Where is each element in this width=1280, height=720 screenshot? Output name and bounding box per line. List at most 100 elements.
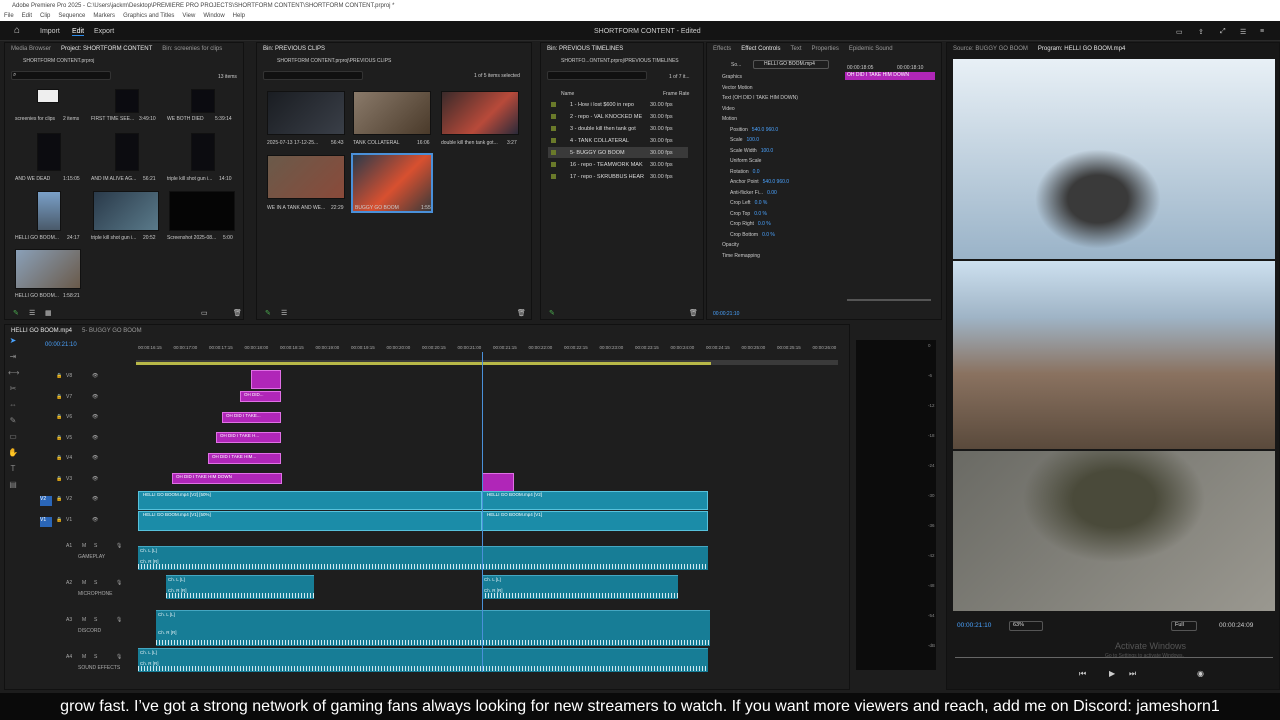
solo-icon[interactable]: S xyxy=(94,580,106,590)
effect-row[interactable]: Anchor Point 540.0 960.0 xyxy=(716,177,846,187)
clip-thumb[interactable] xyxy=(267,155,345,199)
fullscreen-icon[interactable]: ⤢ xyxy=(1220,28,1226,36)
audio-clip[interactable]: Ch. L [L] Ch. R [R] xyxy=(138,648,708,672)
clip-thumb[interactable] xyxy=(37,133,61,171)
pen-tool-icon[interactable]: ✎ xyxy=(8,416,18,426)
effect-value[interactable]: 0.00 xyxy=(767,190,777,196)
effect-value[interactable]: 0.0 xyxy=(753,169,760,175)
col-framerate-header[interactable]: Frame Rate xyxy=(663,91,689,97)
tab-epidemic-sound[interactable]: Epidemic Sound xyxy=(849,46,893,52)
v1-clip[interactable]: HELLI GO BOOM.mp4 [V1] [50%] xyxy=(138,511,482,531)
effect-row[interactable]: Crop Bottom 0.0 % xyxy=(716,230,846,240)
list-item-selected[interactable]: 5- BUGGY GO BOOM 30.00 fps xyxy=(548,147,688,158)
mic-icon[interactable]: 🎙 xyxy=(116,617,128,627)
slip-tool-icon[interactable]: ⇔ xyxy=(8,400,18,410)
text-clip[interactable]: OH DID I TAKE HIM DOWN xyxy=(172,473,282,484)
playhead[interactable] xyxy=(482,352,483,672)
ec-clip-bar[interactable]: OH DID I TAKE HIM DOWN xyxy=(845,72,935,80)
camera-icon[interactable]: ◉ xyxy=(1197,669,1204,678)
mic-icon[interactable]: 🎙 xyxy=(116,580,128,590)
program-scrubber[interactable] xyxy=(955,657,1273,658)
tab-project[interactable]: Project: SHORTFORM CONTENT xyxy=(61,46,152,52)
menu-clip[interactable]: Clip xyxy=(40,13,50,19)
solo-icon[interactable]: S xyxy=(94,617,106,627)
clip-thumb[interactable] xyxy=(15,249,81,289)
mic-icon[interactable]: 🎙 xyxy=(116,543,128,553)
menu-markers[interactable]: Markers xyxy=(93,13,115,19)
lock-icon[interactable]: 🔒 xyxy=(56,517,68,527)
effect-row[interactable]: Crop Left 0.0 % xyxy=(716,198,846,208)
clip-thumb[interactable] xyxy=(115,133,139,171)
clip-thumb[interactable] xyxy=(93,191,159,231)
effect-row[interactable]: Graphics xyxy=(716,72,846,82)
mute-icon[interactable]: M xyxy=(82,580,94,590)
export-tab[interactable]: Export xyxy=(94,28,114,35)
effect-row[interactable]: Crop Top 0.0 % xyxy=(716,209,846,219)
menu-window[interactable]: Window xyxy=(203,13,224,19)
effect-row[interactable]: Uniform Scale xyxy=(716,156,846,166)
clip-thumb[interactable] xyxy=(267,91,345,135)
menu-sequence[interactable]: Sequence xyxy=(58,13,85,19)
lock-icon[interactable]: 🔒 xyxy=(56,455,68,465)
selection-tool-icon[interactable]: ➤ xyxy=(8,336,18,346)
bin-search-input[interactable] xyxy=(547,71,647,80)
ec-zoom-slider[interactable] xyxy=(847,299,931,301)
clip-thumb[interactable] xyxy=(191,89,215,113)
menu-icon[interactable]: ≡ xyxy=(1260,28,1264,35)
work-area-bar[interactable] xyxy=(136,362,711,365)
list-item[interactable]: 4 - TANK COLLATERAL 30.00 fps xyxy=(548,135,688,146)
text-clip-b[interactable] xyxy=(482,473,514,492)
project-search-input[interactable] xyxy=(11,71,111,80)
bin-search-input[interactable] xyxy=(263,71,363,80)
effect-value[interactable]: 0.0 % xyxy=(755,200,768,206)
effect-row[interactable]: Anti-flicker Fi... 0.00 xyxy=(716,188,846,198)
menu-edit[interactable]: Edit xyxy=(22,13,32,19)
lock-icon[interactable]: 🔒 xyxy=(56,373,68,383)
zoom-select[interactable]: 63% xyxy=(1009,621,1043,631)
text-clip[interactable]: OH DID... xyxy=(240,391,281,402)
list-item[interactable]: 17 - repo - SKRUBBUS HEAR 30.00 fps xyxy=(548,171,688,182)
tab-program[interactable]: Program: HELLI GO BOOM.mp4 xyxy=(1038,46,1125,52)
effect-value[interactable]: 0.0 % xyxy=(762,232,775,238)
trash-icon[interactable]: 🗑 xyxy=(233,309,242,317)
trash-icon[interactable]: 🗑 xyxy=(517,309,526,317)
tab-bin-previous-timelines[interactable]: Bin: PREVIOUS TIMELINES xyxy=(547,46,623,52)
effect-row[interactable]: Text (OH DID I TAKE HIM DOWN) xyxy=(716,93,846,103)
settings-icon[interactable]: ☰ xyxy=(1240,28,1246,36)
clip-thumb[interactable] xyxy=(353,91,431,135)
track-select-icon[interactable]: ⇥ xyxy=(8,352,18,362)
eye-icon[interactable]: 👁 xyxy=(92,435,104,445)
list-item[interactable]: 3 - double kill then tank got 30.00 fps xyxy=(548,123,688,134)
effect-value[interactable]: 540.0 960.0 xyxy=(763,179,789,185)
ripple-edit-icon[interactable]: ⟷ xyxy=(8,368,19,378)
effect-row[interactable]: Time Remapping xyxy=(716,251,846,261)
tab-effect-controls[interactable]: Effect Controls xyxy=(741,46,780,52)
audio-clip[interactable]: Ch. L [L] Ch. R [R] xyxy=(138,546,708,570)
effect-row[interactable]: Crop Right 0.0 % xyxy=(716,219,846,229)
tab-properties[interactable]: Properties xyxy=(812,46,839,52)
list-view-icon[interactable]: ☰ xyxy=(29,309,35,317)
lock-icon[interactable]: 🔒 xyxy=(56,435,68,445)
tab-sequence-helli[interactable]: HELLI GO BOOM.mp4 xyxy=(11,328,72,334)
pencil-icon[interactable]: ✎ xyxy=(13,309,19,317)
type-tool-icon[interactable]: T xyxy=(8,464,18,474)
ec-timecode[interactable]: 00:00:21:10 xyxy=(713,311,739,317)
clip-thumb[interactable] xyxy=(115,89,139,113)
tab-sequence-buggy[interactable]: 5- BUGGY GO BOOM xyxy=(82,328,142,334)
tab-bin-screenies[interactable]: Bin: screenies for clips xyxy=(162,46,222,52)
col-name-header[interactable]: Name xyxy=(561,91,574,97)
clip-thumb[interactable] xyxy=(169,191,235,231)
audio-clip[interactable]: Ch. L [L] Ch. R [R] xyxy=(166,575,314,599)
solo-icon[interactable]: S xyxy=(94,654,106,664)
eye-icon[interactable]: 👁 xyxy=(92,517,104,527)
folder-thumb[interactable] xyxy=(37,89,59,103)
lock-icon[interactable]: 🔒 xyxy=(56,496,68,506)
v1-clip-b[interactable]: HELLI GO BOOM.mp4 [V1] xyxy=(482,511,708,531)
effect-row[interactable]: Opacity xyxy=(716,240,846,250)
tab-bin-previous-clips[interactable]: Bin: PREVIOUS CLIPS xyxy=(263,46,325,52)
quality-select[interactable]: Full xyxy=(1171,621,1197,631)
effect-value[interactable]: 100.0 xyxy=(761,148,774,154)
text-clip[interactable]: OH DID I TAKE... xyxy=(222,411,281,423)
source-patch[interactable]: V2 xyxy=(40,496,52,506)
trash-icon[interactable]: 🗑 xyxy=(689,309,698,317)
